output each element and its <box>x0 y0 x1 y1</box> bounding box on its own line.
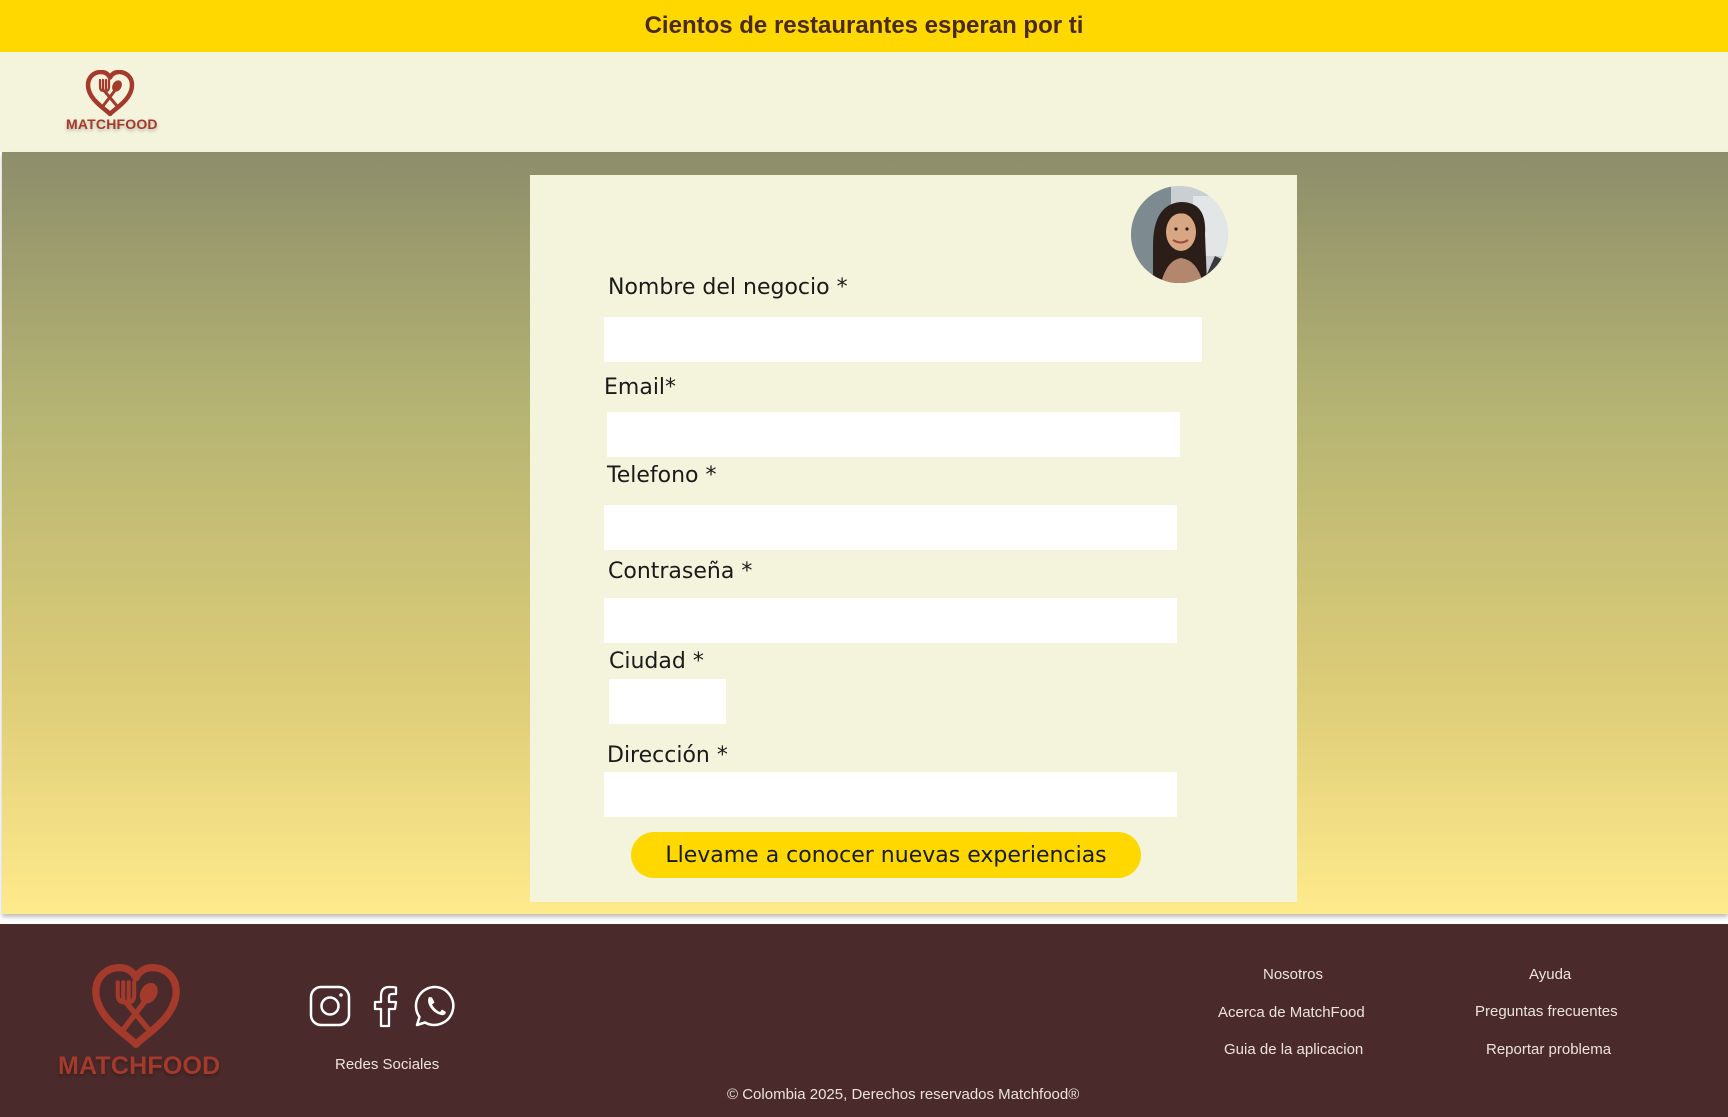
whatsapp-icon <box>414 985 455 1027</box>
whatsapp-link[interactable] <box>414 984 458 1028</box>
site-header: MATCHFOOD <box>0 52 1728 152</box>
header-logo[interactable]: MATCHFOOD <box>66 70 158 138</box>
facebook-icon <box>373 985 398 1028</box>
submit-button[interactable]: Llevame a conocer nuevas experiencias <box>631 832 1141 878</box>
social-label: Redes Sociales <box>335 1056 440 1073</box>
password-label: Contraseña * <box>608 559 753 584</box>
faq-link[interactable]: Preguntas frecuentes <box>1475 1003 1618 1020</box>
about-link[interactable]: Acerca de MatchFood <box>1218 1004 1365 1021</box>
phone-label: Telefono * <box>607 463 717 488</box>
address-input[interactable] <box>604 772 1177 817</box>
app-guide-link[interactable]: Guia de la aplicacion <box>1224 1041 1363 1058</box>
city-input[interactable] <box>609 679 726 724</box>
promo-banner-text: Cientos de restaurantes esperan por ti <box>644 12 1084 39</box>
facebook-link[interactable] <box>364 984 408 1028</box>
heart-fork-spoon-icon <box>85 70 135 116</box>
footer-logo[interactable]: MATCHFOOD <box>58 964 221 1084</box>
instagram-link[interactable] <box>308 984 352 1028</box>
address-label: Dirección * <box>607 743 728 768</box>
heart-fork-spoon-icon <box>92 964 180 1048</box>
promo-banner: Cientos de restaurantes esperan por ti <box>0 0 1728 52</box>
email-label: Email* <box>604 375 677 400</box>
copyright-text: © Colombia 2025, Derechos reservados Mat… <box>727 1086 1080 1103</box>
city-label: Ciudad * <box>609 649 704 674</box>
footer-logo-text: MATCHFOOD <box>58 1052 221 1080</box>
header-logo-text: MATCHFOOD <box>66 116 158 132</box>
footer-col1-title: Nosotros <box>1263 966 1324 983</box>
email-input[interactable] <box>607 412 1180 457</box>
registration-form-card: Nombre del negocio * Email* Telefono * C… <box>530 175 1297 902</box>
footer-col2-title: Ayuda <box>1529 966 1572 983</box>
business-name-input[interactable] <box>604 317 1202 362</box>
password-input[interactable] <box>604 598 1177 643</box>
report-problem-link[interactable]: Reportar problema <box>1486 1041 1611 1058</box>
instagram-icon <box>309 985 351 1027</box>
site-footer: MATCHFOOD Redes Sociales Nosotros Acerca… <box>0 924 1728 1117</box>
business-name-label: Nombre del negocio * <box>608 275 848 300</box>
woman-portrait-image <box>1131 186 1228 283</box>
phone-input[interactable] <box>604 505 1177 550</box>
user-avatar[interactable] <box>1131 186 1228 283</box>
